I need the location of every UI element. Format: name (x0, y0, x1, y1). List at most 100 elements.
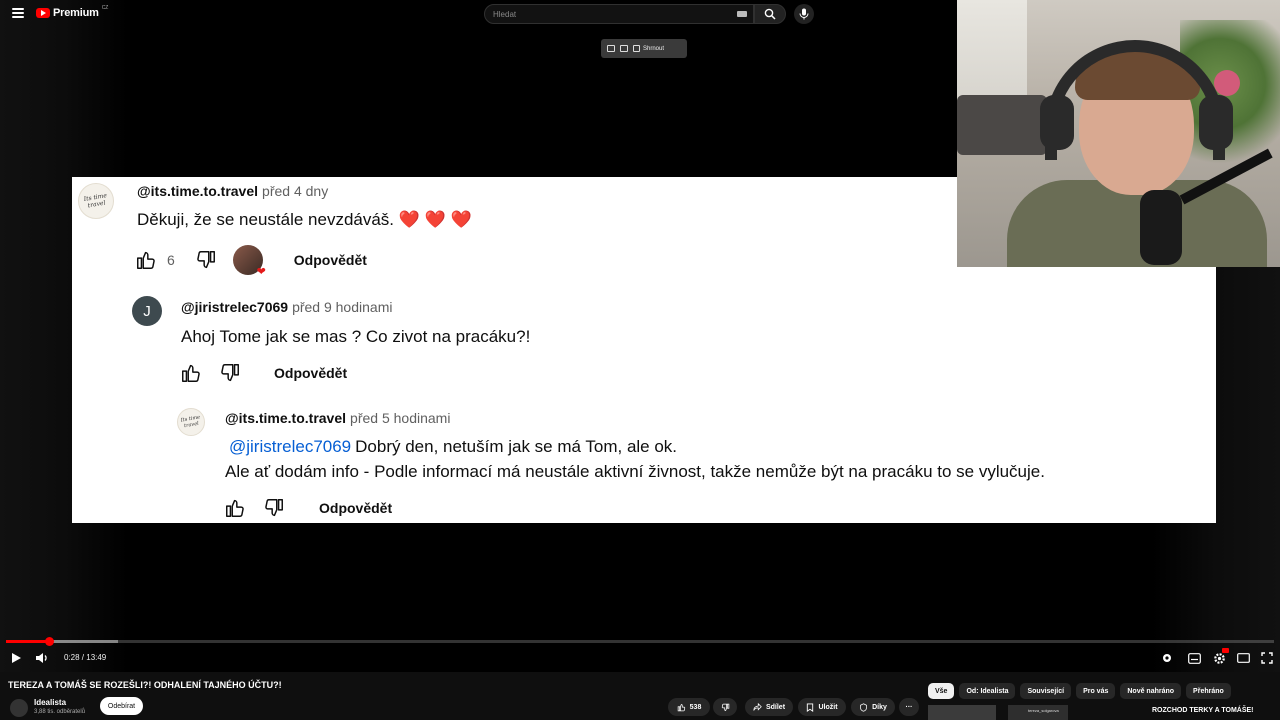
microphone-icon (799, 8, 809, 20)
search-button[interactable] (754, 4, 786, 24)
subscriber-count: 3,88 tis. odběratelů (34, 709, 86, 715)
recommended-video[interactable]: tereza_solgarova ROZCHOD TERKY A TOMÁŠE! (928, 705, 1280, 720)
save-button[interactable]: Uložit (798, 698, 846, 716)
logo-text: Premium (53, 7, 99, 19)
comment-text: @jiristrelec7069 Dobrý den, netuším jak s… (225, 434, 1125, 484)
comment-line-2: Ale ať dodám info - Podle informací má n… (225, 462, 1045, 481)
avatar-logo-text: Its time travel (83, 192, 108, 210)
share-button[interactable]: Sdílet (745, 698, 793, 716)
like-icon[interactable] (180, 362, 202, 384)
avatar-letter: J (143, 302, 151, 320)
summarize-button[interactable]: Shrnout (633, 45, 664, 52)
youtube-play-icon (36, 8, 50, 18)
voice-search-button[interactable] (794, 4, 814, 24)
comment-line-1-text: Dobrý den, netuším jak se má Tom, ale ok… (355, 437, 678, 456)
copy-frame-icon[interactable] (620, 45, 628, 52)
overlay-toolbar: Shrnout (601, 39, 687, 58)
video-player-stage[interactable]: Premium CZ Shrnout (0, 0, 1280, 720)
youtube-logo[interactable]: Premium CZ (36, 5, 109, 19)
fullscreen-button[interactable] (1259, 650, 1275, 666)
comment-actions: Odpovědět (180, 361, 347, 385)
comment-time: před 4 dny (262, 183, 329, 199)
volume-icon (36, 653, 47, 663)
autoplay-toggle[interactable] (1159, 650, 1175, 666)
search-box (484, 4, 754, 24)
dislike-button[interactable] (713, 698, 737, 716)
comment-mention-link[interactable]: @jiristrelec7069 (229, 437, 351, 456)
save-label: Uložit (818, 703, 838, 711)
thanks-button[interactable]: Díky (851, 698, 895, 716)
more-actions-button[interactable]: ··· (899, 698, 919, 716)
like-count: 538 (689, 703, 702, 711)
scrubber-handle[interactable] (45, 637, 54, 646)
chip-for-you[interactable]: Pro vás (1076, 683, 1116, 699)
comment-text: Ahoj Tome jak se mas ? Co zivot na pracá… (181, 327, 531, 346)
dislike-icon (721, 703, 729, 711)
settings-button[interactable] (1211, 648, 1229, 666)
play-icon (12, 653, 21, 663)
chip-from-channel[interactable]: Od: Idealista (959, 683, 1016, 699)
gear-icon (1213, 652, 1225, 664)
hd-badge-icon (1222, 648, 1229, 653)
edit-icon (633, 45, 640, 52)
share-icon (753, 702, 762, 711)
play-button[interactable] (8, 650, 24, 666)
progress-bar[interactable] (6, 637, 1274, 646)
subtitles-icon (1187, 652, 1201, 664)
dislike-icon[interactable] (195, 249, 217, 271)
recommended-channel-label: tereza_solgarova (1028, 708, 1059, 713)
like-icon[interactable] (135, 249, 157, 271)
dislike-icon[interactable] (219, 362, 241, 384)
logo-region: CZ (101, 5, 109, 11)
played-bar (6, 640, 49, 643)
chip-recently-uploaded[interactable]: Nově nahráno (1120, 683, 1182, 699)
related-chips: Vše Od: Idealista Související Pro vás No… (928, 683, 1231, 699)
menu-icon[interactable] (12, 8, 24, 18)
player-controls: 0:28 / 13:49 (0, 646, 1280, 670)
webcam-overlay (957, 0, 1280, 267)
chip-related[interactable]: Související (1020, 683, 1072, 699)
comment-author: @its.time.to.travel (225, 410, 347, 426)
comment-actions: Odpovědět (224, 496, 392, 520)
comment-header: @its.time.to.travel před 5 hodinami (225, 410, 450, 428)
channel-name[interactable]: Idealista (34, 698, 66, 707)
screenshot-icon[interactable] (607, 45, 615, 52)
channel-avatar[interactable] (10, 699, 28, 717)
comment-avatar: Its time travel (78, 183, 114, 219)
comment-author: @jiristrelec7069 (181, 299, 289, 315)
reply-button[interactable]: Odpovědět (294, 252, 367, 268)
webcam-sofa (957, 95, 1047, 155)
masthead: Premium CZ (0, 0, 957, 28)
subtitles-button[interactable] (1186, 650, 1202, 666)
headphone-right-cup (1199, 95, 1233, 150)
recommended-thumbnail[interactable] (928, 705, 996, 720)
chip-watched[interactable]: Přehráno (1186, 683, 1231, 699)
reply-button[interactable]: Odpovědět (274, 365, 347, 381)
theater-icon (1236, 653, 1250, 663)
like-button[interactable]: 538 (668, 698, 710, 716)
keyboard-icon[interactable] (737, 11, 747, 17)
video-title: TEREZA A TOMÁŠ SE ROZEŠLI?! ODHALENÍ TAJ… (8, 680, 282, 690)
thanks-label: Díky (872, 703, 887, 711)
like-count: 6 (167, 252, 175, 268)
like-icon (677, 703, 685, 711)
comment-time: před 9 hodinami (292, 299, 393, 315)
bookmark-icon (807, 702, 814, 712)
theater-mode-button[interactable] (1235, 650, 1251, 666)
chip-all[interactable]: Vše (928, 683, 955, 699)
comment-avatar: Its time travel (177, 408, 205, 436)
microphone (1140, 190, 1182, 265)
comment-time: před 5 hodinami (350, 410, 451, 426)
comment-header: @jiristrelec7069 před 9 hodinami (181, 299, 392, 317)
like-icon[interactable] (224, 497, 246, 519)
search-input[interactable] (493, 9, 723, 19)
comment-avatar: J (132, 296, 162, 326)
recommended-title[interactable]: ROZCHOD TERKY A TOMÁŠE! (1152, 707, 1254, 714)
webcam-flower (1214, 70, 1240, 96)
reply-button[interactable]: Odpovědět (319, 500, 392, 516)
volume-button[interactable] (34, 650, 50, 666)
thanks-icon (860, 702, 867, 712)
comment-author: @its.time.to.travel (137, 183, 259, 199)
subscribe-button[interactable]: Odebírat (100, 697, 143, 715)
dislike-icon[interactable] (263, 497, 285, 519)
